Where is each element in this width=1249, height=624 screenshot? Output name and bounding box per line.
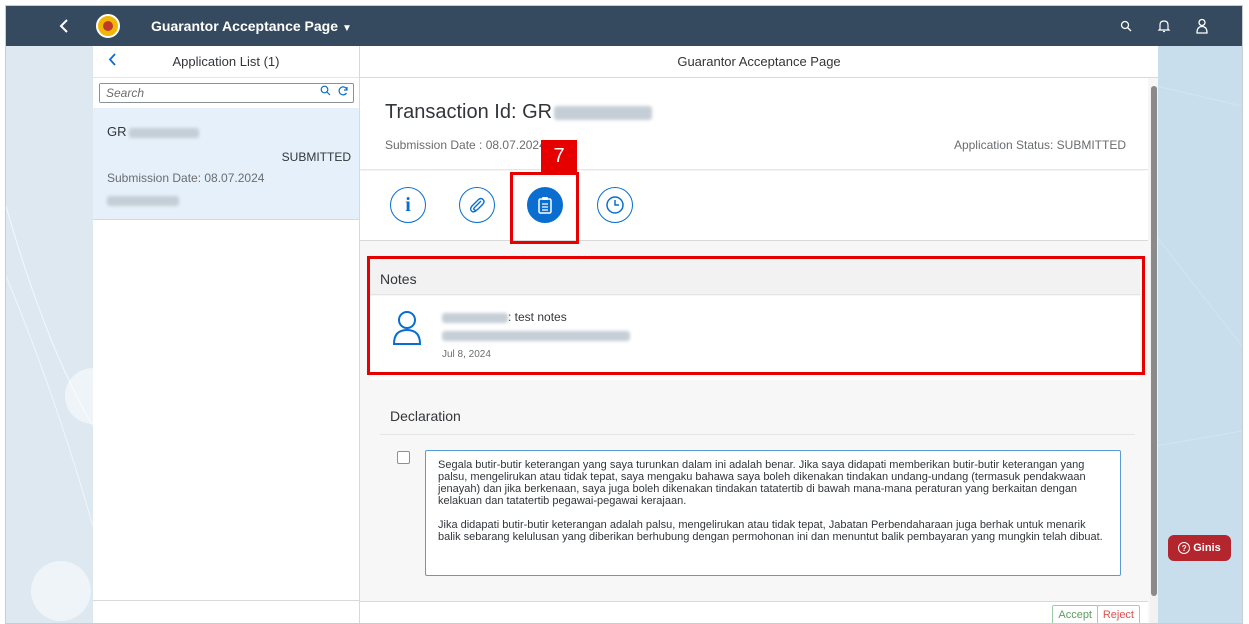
search-icon[interactable]: [1116, 16, 1136, 36]
nav-back-icon[interactable]: [108, 53, 117, 69]
search-input[interactable]: [100, 84, 300, 102]
declaration-section: Declaration Segala butir-butir keteranga…: [370, 386, 1140, 601]
reject-button[interactable]: Reject: [1096, 605, 1140, 623]
declaration-paragraph: Jika didapati butir-butir keterangan ada…: [438, 519, 1103, 543]
chevron-down-icon: ▼: [342, 23, 352, 34]
master-header: Application List (1): [93, 46, 359, 78]
scrollbar[interactable]: [1150, 86, 1158, 623]
history-icon[interactable]: [597, 187, 633, 223]
divider: [380, 434, 1135, 435]
search-actions: [320, 85, 349, 100]
master-footer: [93, 600, 359, 623]
list-item-date: Submission Date: 08.07.2024: [107, 171, 265, 185]
declaration-paragraph: Segala butir-butir keterangan yang saya …: [438, 459, 1086, 507]
declaration-text: Segala butir-butir keterangan yang saya …: [425, 450, 1121, 576]
detail-header-title: Guarantor Acceptance Page: [360, 46, 1158, 78]
shell-bar: Guarantor Acceptance Page ▼: [6, 6, 1242, 46]
search-icon[interactable]: [320, 85, 331, 100]
object-header: Transaction Id: GR Submission Date : 08.…: [360, 78, 1148, 170]
submission-date: Submission Date : 08.07.2024: [385, 138, 546, 152]
attachment-icon[interactable]: [459, 187, 495, 223]
master-title: Application List (1): [172, 54, 280, 69]
declaration-checkbox[interactable]: [397, 451, 410, 464]
application-status: Application Status: SUBMITTED: [953, 138, 1126, 152]
redacted-text: [554, 105, 653, 120]
master-panel: Application List (1) GR SUBMITTED Submis…: [93, 46, 360, 623]
notes-highlight-box: [367, 256, 1145, 375]
tab-highlight-box: [510, 172, 579, 244]
shell-actions: [1116, 16, 1212, 36]
transaction-title: Transaction Id: GR: [385, 101, 653, 124]
refresh-icon[interactable]: [337, 85, 349, 100]
icon-tab-bar: i: [360, 171, 1148, 241]
list-item[interactable]: GR SUBMITTED Submission Date: 08.07.2024: [93, 108, 359, 220]
accept-button[interactable]: Accept: [1052, 605, 1098, 623]
list-item-title: GR: [107, 124, 199, 139]
ginis-label: Ginis: [1193, 542, 1221, 554]
scrollbar-thumb[interactable]: [1151, 86, 1157, 596]
user-icon[interactable]: [1192, 16, 1212, 36]
back-icon[interactable]: [54, 16, 74, 36]
info-icon[interactable]: i: [390, 187, 426, 223]
ginis-help-button[interactable]: ? Ginis: [1168, 535, 1231, 561]
shell-title-text: Guarantor Acceptance Page: [151, 18, 338, 34]
app-logo[interactable]: [96, 14, 120, 38]
declaration-title: Declaration: [390, 408, 461, 424]
redacted-text: [107, 193, 179, 207]
list-item-status: SUBMITTED: [281, 150, 351, 164]
app-window: Guarantor Acceptance Page ▼ Application L…: [5, 5, 1243, 624]
shell-title-menu[interactable]: Guarantor Acceptance Page ▼: [151, 18, 352, 34]
search-field: [99, 83, 354, 103]
detail-footer: Accept Reject: [360, 601, 1148, 623]
redacted-text: [128, 127, 199, 138]
step-badge: 7: [541, 140, 577, 173]
help-icon: ?: [1178, 542, 1191, 554]
bell-icon[interactable]: [1154, 16, 1174, 36]
